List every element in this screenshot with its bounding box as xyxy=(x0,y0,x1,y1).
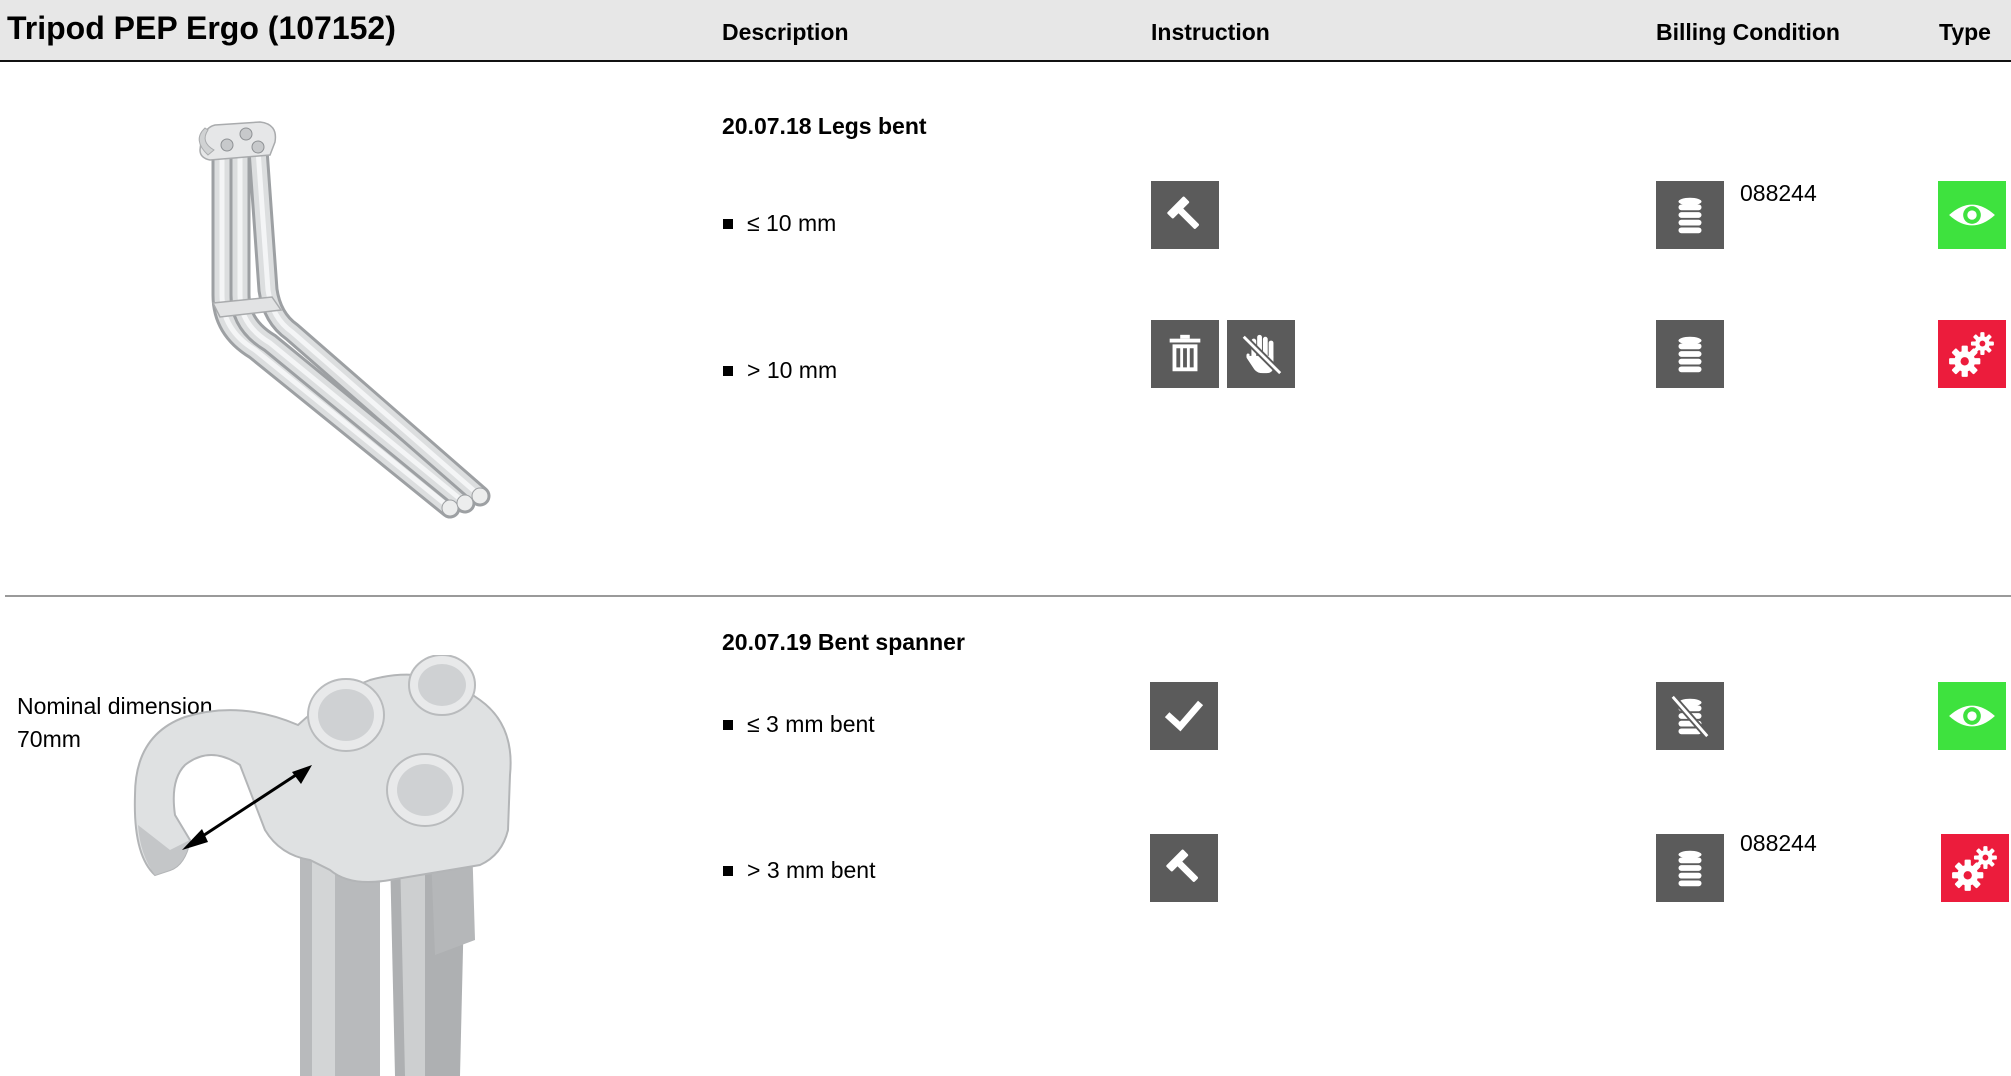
table-header: Tripod PEP Ergo (107152) Description Ins… xyxy=(0,0,2011,62)
coins-icon[interactable] xyxy=(1656,834,1724,902)
check-icon[interactable] xyxy=(1150,682,1218,750)
condition-text: > 10 mm xyxy=(747,357,838,383)
section-divider xyxy=(5,595,2011,597)
gears-icon[interactable] xyxy=(1941,834,2009,902)
bullet-icon xyxy=(723,219,733,229)
bullet-icon xyxy=(723,366,733,376)
coins-icon[interactable] xyxy=(1656,181,1724,249)
trash-icon[interactable] xyxy=(1151,320,1219,388)
gears-icon[interactable] xyxy=(1938,320,2006,388)
condition-label: > 10 mm xyxy=(723,357,837,384)
bent-spanner-image xyxy=(133,655,512,1076)
billing-code: 088244 xyxy=(1740,830,1817,856)
hammer-icon[interactable] xyxy=(1150,834,1218,902)
eye-icon[interactable] xyxy=(1938,682,2006,750)
condition-label: ≤ 3 mm bent xyxy=(723,711,875,738)
column-header-instruction: Instruction xyxy=(1151,19,1270,45)
billing-code: 088244 xyxy=(1740,180,1817,206)
condition-text: > 3 mm bent xyxy=(747,857,876,883)
section-title-bent-spanner: 20.07.19 Bent spanner xyxy=(722,629,965,655)
bullet-icon xyxy=(723,866,733,876)
no-coins-icon[interactable] xyxy=(1656,682,1724,750)
eye-icon[interactable] xyxy=(1938,181,2006,249)
condition-label: ≤ 10 mm xyxy=(723,210,836,237)
page-title: Tripod PEP Ergo (107152) xyxy=(7,10,396,46)
hammer-icon[interactable] xyxy=(1151,181,1219,249)
column-header-billing: Billing Condition xyxy=(1656,19,1840,45)
bullet-icon xyxy=(723,720,733,730)
tripod-legs-image xyxy=(198,121,491,519)
condition-text: ≤ 10 mm xyxy=(747,210,837,236)
column-header-type: Type xyxy=(1939,19,1991,45)
column-header-description: Description xyxy=(722,19,849,45)
condition-label: > 3 mm bent xyxy=(723,857,875,884)
no-touch-icon[interactable] xyxy=(1227,320,1295,388)
condition-text: ≤ 3 mm bent xyxy=(747,711,875,737)
section-title-legs-bent: 20.07.18 Legs bent xyxy=(722,113,927,139)
coins-icon[interactable] xyxy=(1656,320,1724,388)
